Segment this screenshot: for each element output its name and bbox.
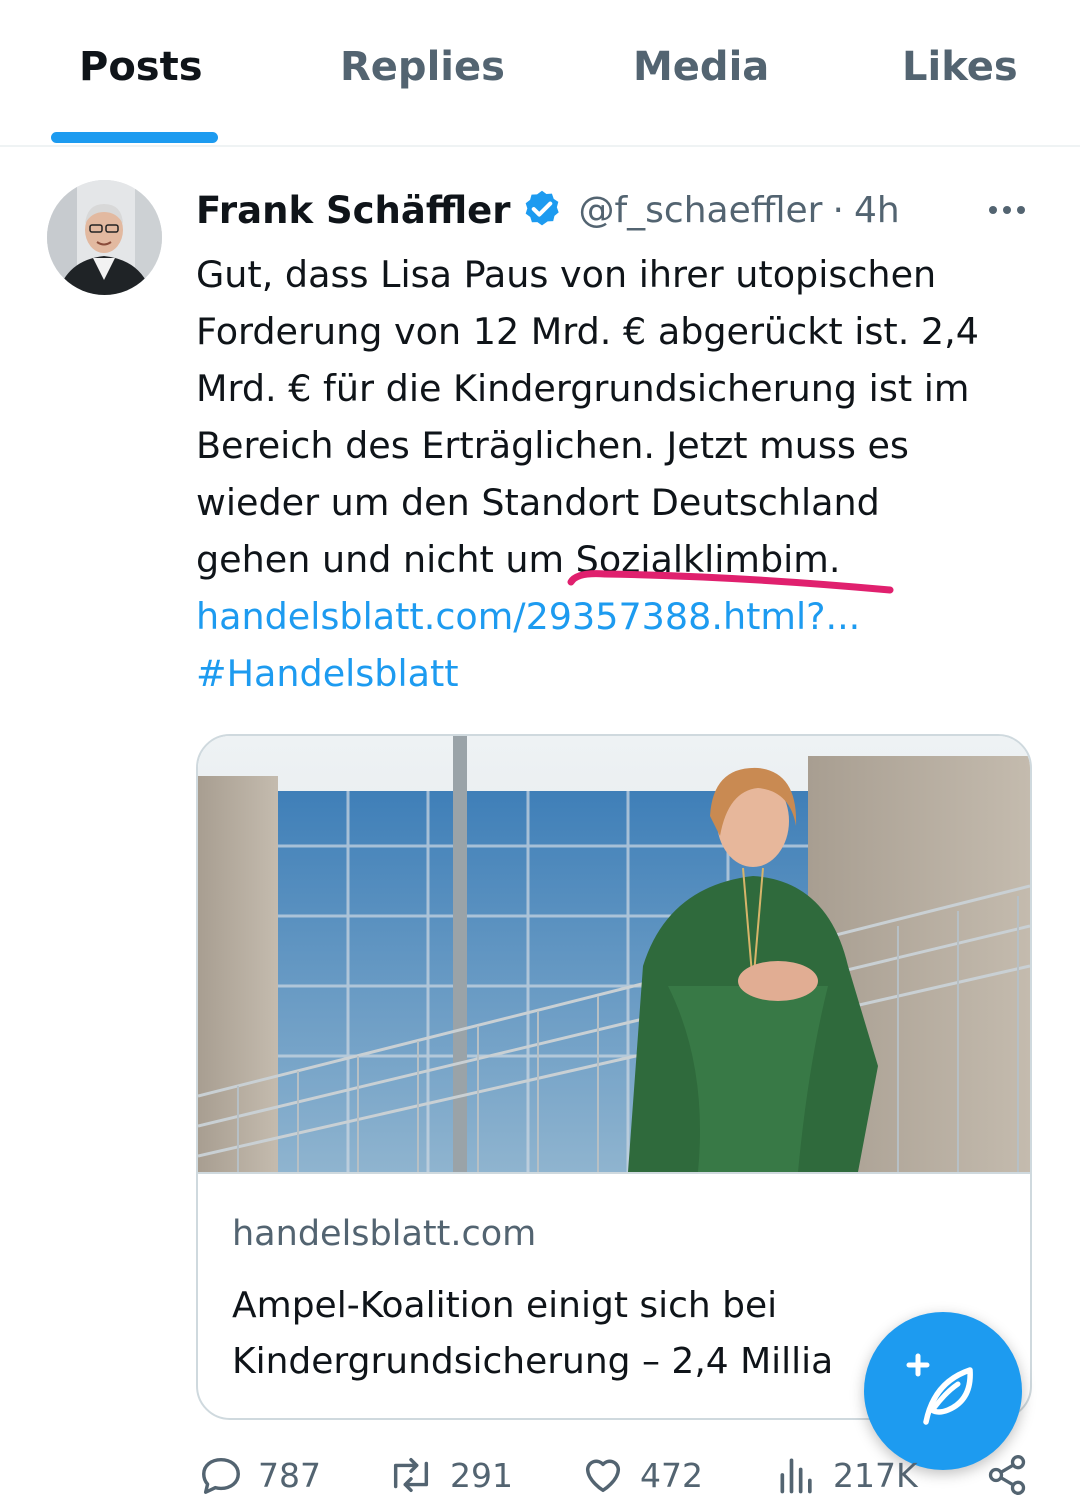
tab-likes[interactable]: Likes [902,44,1018,90]
more-icon[interactable] [985,192,1029,228]
highlight-underline-annotation [567,570,894,594]
views-button[interactable]: 217K [775,1452,918,1498]
active-tab-indicator [51,132,218,143]
retweet-icon [393,1457,429,1493]
like-button[interactable]: 472 [580,1452,703,1498]
compose-icon [906,1353,973,1425]
tweet-actions: 787 291 472 217K [0,1450,1080,1510]
compose-button[interactable] [864,1312,1022,1470]
card-image [198,736,1030,1172]
tweet-text-line: Mrd. € für die Kindergrundsicherung ist … [196,367,970,410]
retweet-count: 291 [450,1455,513,1495]
profile-tabs: Posts Replies Media Likes [0,0,1080,147]
views-icon [780,1458,812,1494]
reply-icon [202,1457,240,1494]
card-domain: handelsblatt.com [232,1214,537,1254]
tweet-text-line: Gut, dass Lisa Paus von ihrer utopischen [196,253,937,296]
tweet-text-line: Bereich des Erträglichen. Jetzt muss es [196,424,909,467]
tab-posts[interactable]: Posts [79,44,203,90]
avatar[interactable] [47,180,162,295]
share-icon [988,1455,1026,1495]
like-count: 472 [640,1455,703,1495]
avatar-photo [47,180,162,295]
tweet-text-line: wieder um den Standort Deutschland [196,481,880,524]
timestamp[interactable]: 4h [854,190,900,231]
verified-badge-icon [526,190,560,226]
like-icon [585,1459,621,1493]
tab-media[interactable]: Media [633,44,769,90]
share-button[interactable] [985,1452,1029,1498]
separator-dot: · [832,189,844,231]
author-name[interactable]: Frank Schäffler [196,189,510,232]
reply-count: 787 [258,1455,321,1495]
card-title-line: Ampel-Koalition einigt sich bei [232,1285,778,1326]
hashtag-link[interactable]: #Handelsblatt [196,645,1026,702]
tweet-text: Gut, dass Lisa Paus von ihrer utopischen… [196,246,1026,702]
tab-replies[interactable]: Replies [340,44,505,90]
retweet-button[interactable]: 291 [386,1452,513,1498]
reply-button[interactable]: 787 [198,1452,321,1498]
views-count: 217K [833,1455,918,1495]
author-handle[interactable]: @f_schaeffler [578,190,822,231]
link-preview-card[interactable]: handelsblatt.com Ampel-Koalition einigt … [196,734,1032,1420]
tweet-header: Frank Schäffler @f_schaeffler · 4h [196,186,900,234]
tweet-text-line: Forderung von 12 Mrd. € abgerückt ist. 2… [196,310,979,353]
